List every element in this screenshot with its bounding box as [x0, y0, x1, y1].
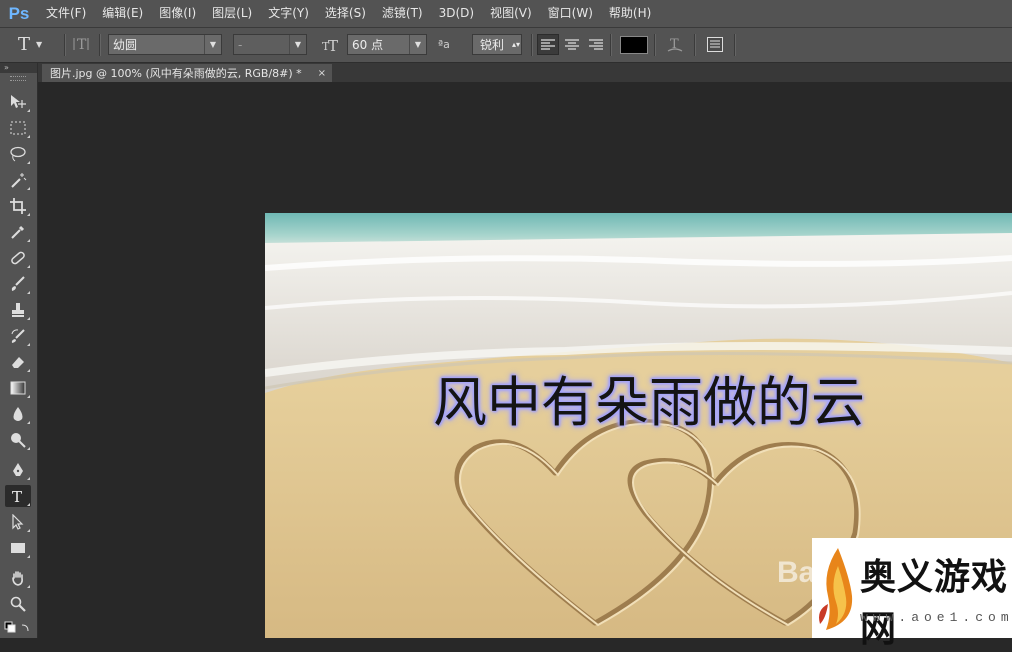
chevron-down-icon: ▼ [204, 35, 221, 54]
type-tool-icon[interactable]: T [5, 485, 31, 507]
dodge-tool-icon[interactable] [5, 429, 31, 451]
text-orientation-toggle-icon[interactable]: T [72, 34, 94, 55]
hand-tool-icon[interactable] [5, 567, 31, 589]
photoshop-logo: Ps [8, 3, 30, 23]
menu-window[interactable]: 窗口(W) [540, 0, 601, 27]
menu-view[interactable]: 视图(V) [482, 0, 540, 27]
menu-type[interactable]: 文字(Y) [260, 0, 317, 27]
align-left-icon [541, 38, 555, 50]
menu-edit[interactable]: 编辑(E) [94, 0, 151, 27]
eraser-tool-icon[interactable] [5, 351, 31, 373]
antialias-value: 锐利 [479, 38, 504, 52]
toolbox: » T [0, 63, 38, 638]
color-swap-icon[interactable] [4, 621, 32, 635]
font-family-value: 幼圆 [113, 38, 138, 52]
document-tab-title: 图片.jpg @ 100% (风中有朵雨做的云, RGB/8#) * [50, 67, 302, 80]
menu-layer[interactable]: 图层(L) [204, 0, 260, 27]
align-center-icon [565, 38, 579, 50]
site-watermark-title: 奥义游戏网 [860, 557, 1009, 650]
toolbox-collapse-icon[interactable]: » [0, 63, 37, 73]
history-brush-tool-icon[interactable] [5, 325, 31, 347]
divider [531, 34, 533, 56]
align-left-button[interactable] [537, 34, 559, 55]
chevron-down-icon: ▼ [289, 35, 306, 54]
warp-text-icon[interactable]: T [664, 34, 686, 55]
healing-brush-tool-icon[interactable] [5, 247, 31, 269]
path-selection-tool-icon[interactable] [5, 511, 31, 533]
menu-image[interactable]: 图像(I) [151, 0, 204, 27]
stepper-icon: ▴▾ [511, 40, 521, 49]
eyedropper-tool-icon[interactable] [5, 221, 31, 243]
divider [99, 34, 101, 56]
tool-preset-picker[interactable]: T ▼ [18, 34, 60, 55]
close-icon[interactable]: × [318, 68, 326, 79]
divider [734, 34, 736, 56]
menu-filter[interactable]: 滤镜(T) [374, 0, 431, 27]
menu-help[interactable]: 帮助(H) [601, 0, 659, 27]
svg-text:T: T [328, 37, 338, 54]
chevron-down-icon: ▼ [409, 35, 426, 54]
divider [694, 34, 696, 56]
rectangle-tool-icon[interactable] [5, 537, 31, 559]
site-watermark-url: www.aoe1.com [860, 610, 1012, 625]
move-tool-icon[interactable] [5, 91, 31, 113]
antialias-icon: ªa [438, 38, 450, 51]
crop-tool-icon[interactable] [5, 195, 31, 217]
align-right-icon [589, 38, 603, 50]
type-tool-icon: T [18, 34, 31, 55]
options-bar: T ▼ T 幼圆 ▼ - ▼ TT 60 点 ▼ ªa 锐利 ▴▾ T [0, 28, 1012, 63]
chevron-down-icon: ▼ [36, 40, 43, 49]
menu-file[interactable]: 文件(F) [38, 0, 94, 27]
clone-stamp-tool-icon[interactable] [5, 299, 31, 321]
marquee-tool-icon[interactable] [5, 117, 31, 139]
text-color-swatch[interactable] [620, 36, 648, 54]
flame-logo-icon [819, 548, 853, 630]
align-center-button[interactable] [561, 34, 583, 55]
gradient-tool-icon[interactable] [5, 377, 31, 399]
magic-wand-tool-icon[interactable] [5, 169, 31, 191]
font-style-select[interactable]: - ▼ [233, 34, 307, 55]
brush-tool-icon[interactable] [5, 273, 31, 295]
grip-icon[interactable] [10, 76, 26, 81]
menu-bar: Ps 文件(F) 编辑(E) 图像(I) 图层(L) 文字(Y) 选择(S) 滤… [0, 0, 1012, 28]
font-size-select[interactable]: 60 点 ▼ [347, 34, 427, 55]
blur-tool-icon[interactable] [5, 403, 31, 425]
align-right-button[interactable] [585, 34, 607, 55]
document-tab-bar: 图片.jpg @ 100% (风中有朵雨做的云, RGB/8#) * × [38, 63, 1012, 82]
overlay-text-layer[interactable]: 风中有朵雨做的云 [433, 358, 865, 437]
baidu-watermark: Ba [777, 556, 816, 589]
pen-tool-icon[interactable] [5, 459, 31, 481]
menu-3d[interactable]: 3D(D) [431, 0, 482, 27]
site-watermark: 奥义游戏网 www.aoe1.com [812, 538, 1012, 650]
font-family-select[interactable]: 幼圆 ▼ [108, 34, 222, 55]
font-size-icon: TT [321, 34, 343, 55]
font-size-value: 60 点 [352, 38, 384, 52]
antialias-select[interactable]: 锐利 ▴▾ [472, 34, 522, 55]
lasso-tool-icon[interactable] [5, 143, 31, 165]
font-style-value: - [238, 37, 243, 52]
zoom-tool-icon[interactable] [5, 593, 31, 615]
character-panel-icon[interactable] [704, 34, 726, 55]
menu-select[interactable]: 选择(S) [317, 0, 374, 27]
divider [610, 34, 612, 56]
svg-text:T: T [77, 37, 87, 53]
divider [64, 34, 66, 56]
document-tab[interactable]: 图片.jpg @ 100% (风中有朵雨做的云, RGB/8#) * × [42, 64, 332, 82]
divider [654, 34, 656, 56]
svg-text:T: T [12, 488, 22, 504]
